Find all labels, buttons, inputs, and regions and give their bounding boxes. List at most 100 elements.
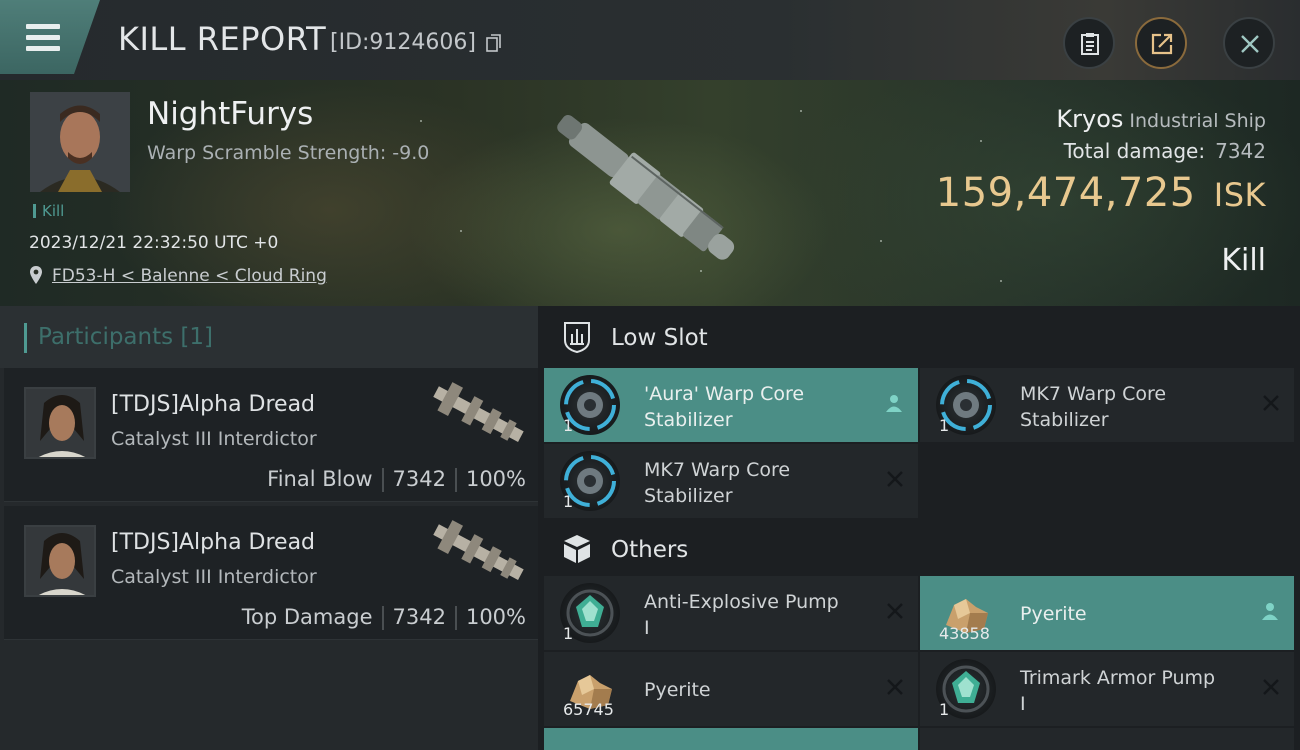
page-title: KILL REPORT xyxy=(118,20,327,58)
item-name-line2: Stabilizer xyxy=(644,409,733,431)
participant-row[interactable]: [TDJS]Alpha Dread Catalyst III Interdict… xyxy=(4,368,538,502)
clipboard-button[interactable] xyxy=(1063,17,1115,69)
item-name-line2: Stabilizer xyxy=(644,485,733,507)
participant-ship: Catalyst III Interdictor xyxy=(111,566,317,588)
participant-name[interactable]: [TDJS]Alpha Dread xyxy=(111,530,315,555)
item-name: Anti-Explosive Pump I xyxy=(644,589,864,641)
cargo-box-icon xyxy=(564,535,590,563)
item-quantity: 43858 xyxy=(939,624,990,643)
low-slot-title: Low Slot xyxy=(611,325,708,351)
avatar[interactable] xyxy=(24,387,96,459)
victim-name[interactable]: NightFurys xyxy=(147,96,313,132)
item-name: 'Aura' Warp Core Stabilizer xyxy=(644,381,864,433)
item-quantity: 1 xyxy=(563,492,574,511)
item-quantity: 1 xyxy=(939,416,950,435)
item-name-line2: I xyxy=(644,617,650,639)
item-name-line1: Anti-Explosive Pump xyxy=(644,591,839,613)
result-label: Kill xyxy=(1221,243,1266,278)
share-button[interactable] xyxy=(1135,17,1187,69)
share-icon xyxy=(1151,33,1173,55)
participants-title: Participants [1] xyxy=(38,324,213,350)
kill-datetime: 2023/12/21 22:32:50 UTC +0 xyxy=(29,233,279,253)
divider xyxy=(454,606,457,630)
item-low-2[interactable]: 1 MK7 Warp Core Stabilizer xyxy=(920,368,1294,442)
person-icon xyxy=(886,395,902,412)
location-link[interactable]: FD53-H < Balenne < Cloud Ring xyxy=(52,266,327,286)
cross-icon xyxy=(887,603,903,619)
participant-role: Final Blow xyxy=(267,467,373,491)
item-name: MK7 Warp Core Stabilizer xyxy=(644,457,864,509)
item-other-6[interactable] xyxy=(920,728,1294,750)
menu-icon xyxy=(26,24,60,29)
victim-stat: Warp Scramble Strength: -9.0 xyxy=(147,142,430,164)
participant-row[interactable]: [TDJS]Alpha Dread Catalyst III Interdict… xyxy=(4,506,538,640)
item-quantity: 65745 xyxy=(563,700,614,719)
cross-icon xyxy=(1263,395,1279,411)
participant-ship-image xyxy=(433,520,524,580)
participant-damage: 7342 xyxy=(392,467,446,491)
isk-value: 159,474,725 ISK xyxy=(936,170,1266,216)
item-name-line1: MK7 Warp Core xyxy=(1020,383,1167,405)
victim-avatar[interactable] xyxy=(30,92,130,192)
item-name-line1: 'Aura' Warp Core xyxy=(644,383,805,405)
victim-ship-image xyxy=(557,114,735,260)
item-quantity: 1 xyxy=(563,624,574,643)
item-name-line2: Stabilizer xyxy=(1020,409,1109,431)
participant-stats: Top Damage 7342 100% xyxy=(242,605,526,630)
participant-percent: 100% xyxy=(465,605,526,629)
item-name-line1: Trimark Armor Pump xyxy=(1020,667,1216,689)
close-icon xyxy=(1241,35,1259,53)
avatar[interactable] xyxy=(24,525,96,597)
item-other-1[interactable]: 1 Anti-Explosive Pump I xyxy=(544,576,918,650)
item-name: Pyerite xyxy=(644,679,711,701)
item-quantity: 1 xyxy=(563,416,574,435)
menu-icon-bar xyxy=(26,46,60,51)
item-name: Trimark Armor Pump I xyxy=(1020,665,1240,717)
item-name-line1: MK7 Warp Core xyxy=(644,459,791,481)
low-slot-header: Low Slot xyxy=(538,306,1300,368)
item-name: Pyerite xyxy=(1020,603,1087,625)
person-icon xyxy=(1262,603,1278,620)
item-quantity: 1 xyxy=(939,700,950,719)
low-slot-icon xyxy=(564,322,590,354)
isk-unit: ISK xyxy=(1213,176,1266,214)
close-button[interactable] xyxy=(1223,17,1275,69)
items-panel: Low Slot 1 'Aura' Warp Core Stabilizer 1 … xyxy=(538,306,1300,750)
total-damage-value: 7342 xyxy=(1215,139,1266,163)
item-other-2[interactable]: 43858 Pyerite xyxy=(920,576,1294,650)
clipboard-icon xyxy=(1081,33,1099,55)
item-other-4[interactable]: 1 Trimark Armor Pump I xyxy=(920,652,1294,726)
item-other-5[interactable] xyxy=(544,728,918,750)
participant-name[interactable]: [TDJS]Alpha Dread xyxy=(111,392,315,417)
item-name-line2: I xyxy=(1020,693,1026,715)
item-name: MK7 Warp Core Stabilizer xyxy=(1020,381,1240,433)
participant-stats: Final Blow 7342 100% xyxy=(267,467,526,492)
others-title: Others xyxy=(611,537,689,563)
item-other-3[interactable]: 65745 Pyerite xyxy=(544,652,918,726)
participant-role: Top Damage xyxy=(241,605,373,629)
menu-button[interactable] xyxy=(0,0,100,74)
kill-id: [ID:9124606] xyxy=(330,30,476,55)
header-accent xyxy=(24,323,27,353)
participants-panel: Participants [1] [TDJS]Alpha Dread Catal… xyxy=(0,306,538,750)
divider xyxy=(381,606,384,630)
ship-class: Industrial Ship xyxy=(1129,110,1266,132)
copy-icon[interactable] xyxy=(486,33,502,53)
total-damage-label: Total damage: xyxy=(1063,139,1206,163)
participant-damage: 7342 xyxy=(392,605,446,629)
total-damage: Total damage: 7342 xyxy=(1064,139,1266,163)
participant-ship-image xyxy=(433,382,524,442)
kill-tag: Kill xyxy=(33,204,64,219)
participant-ship: Catalyst III Interdictor xyxy=(111,428,317,450)
item-low-3[interactable]: 1 MK7 Warp Core Stabilizer xyxy=(544,444,918,518)
item-low-1[interactable]: 1 'Aura' Warp Core Stabilizer xyxy=(544,368,918,442)
cross-icon xyxy=(1263,679,1279,695)
divider xyxy=(381,468,384,492)
participants-header: Participants [1] xyxy=(0,306,538,368)
header-bar: KILL REPORT [ID:9124606] xyxy=(0,0,1300,80)
victim-ship[interactable]: Kryos Industrial Ship xyxy=(1056,105,1266,133)
cross-icon xyxy=(887,679,903,695)
divider xyxy=(454,468,457,492)
location-pin-icon xyxy=(30,266,42,284)
others-header: Others xyxy=(538,518,1300,580)
